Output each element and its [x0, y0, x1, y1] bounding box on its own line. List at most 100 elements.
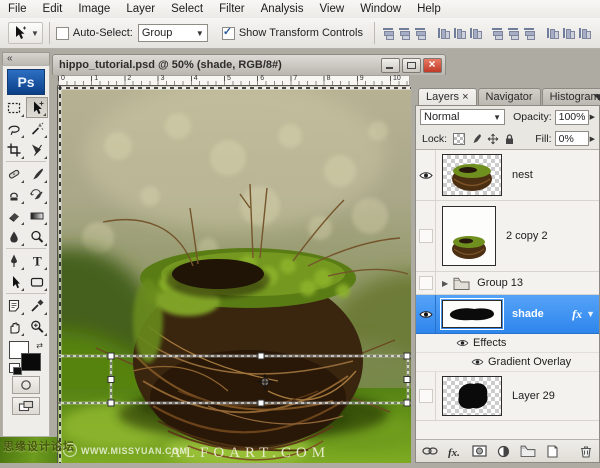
slice-tool[interactable] [26, 139, 48, 160]
screen-mode-button[interactable] [12, 397, 40, 415]
visibility-toggle[interactable] [416, 201, 436, 271]
lock-pixels-icon[interactable] [469, 132, 482, 145]
layer-thumbnail[interactable] [442, 376, 502, 416]
auto-select-target-dropdown[interactable]: Group ▼ [138, 24, 208, 42]
lasso-tool[interactable] [3, 118, 25, 139]
layer-thumbnail[interactable] [442, 300, 502, 328]
align-top-edges-icon[interactable] [382, 27, 395, 39]
align-horizontal-centers-icon[interactable] [453, 27, 466, 39]
healing-brush-tool[interactable] [3, 163, 25, 184]
notes-tool[interactable] [3, 295, 25, 316]
swap-colors-icon[interactable]: ⇄ [36, 341, 43, 350]
lock-position-icon[interactable] [486, 132, 499, 145]
distribute-right-edges-icon[interactable] [578, 27, 591, 39]
distribute-top-edges-icon[interactable] [491, 27, 504, 39]
tool-preset-picker[interactable]: ▼ [8, 22, 43, 44]
minimize-button[interactable] [381, 58, 400, 73]
layer-row-group-13[interactable]: ▶ Group 13 [416, 272, 599, 295]
new-group-icon[interactable] [520, 444, 536, 458]
layer-mask-icon[interactable] [472, 444, 487, 458]
zoom-tool[interactable] [26, 316, 48, 337]
menu-file[interactable]: File [0, 0, 35, 18]
effects-row[interactable]: Effects [416, 334, 599, 353]
visibility-toggle[interactable] [416, 295, 436, 333]
show-transform-controls-checkbox[interactable] [222, 27, 235, 40]
eye-icon[interactable] [471, 358, 484, 366]
opacity-slider-arrow-icon[interactable]: ▶ [590, 113, 595, 121]
link-layers-icon[interactable] [422, 444, 438, 458]
crop-tool[interactable] [3, 139, 25, 160]
align-bottom-edges-icon[interactable] [414, 27, 427, 39]
tab-navigator[interactable]: Navigator [478, 88, 541, 105]
align-right-edges-icon[interactable] [469, 27, 482, 39]
gradient-tool[interactable] [26, 205, 48, 226]
tab-histogram[interactable]: Histogram [542, 88, 600, 105]
layer-row-layer-29[interactable]: Layer 29 [416, 372, 599, 421]
document-title-bar[interactable]: hippo_tutorial.psd @ 50% (shade, RGB/8#) [52, 54, 446, 75]
history-brush-tool[interactable] [26, 184, 48, 205]
canvas[interactable]: WWW.MISSYUAN.COM ALFOART.COM [57, 86, 411, 463]
default-colors-icon[interactable] [9, 363, 20, 373]
layer-thumbnail[interactable] [442, 206, 496, 266]
fill-slider-arrow-icon[interactable]: ▶ [590, 135, 595, 143]
layer-row-2-copy-2[interactable]: 2 copy 2 [416, 201, 599, 272]
align-left-edges-icon[interactable] [437, 27, 450, 39]
lock-all-icon[interactable] [503, 132, 516, 145]
distribute-left-edges-icon[interactable] [546, 27, 559, 39]
distribute-horizontal-centers-icon[interactable] [562, 27, 575, 39]
layer-row-shade[interactable]: shade fx ▼ [416, 295, 599, 334]
new-layer-icon[interactable] [545, 444, 560, 458]
rectangular-marquee-tool[interactable] [3, 97, 25, 118]
menu-select[interactable]: Select [163, 0, 211, 18]
eraser-tool[interactable] [3, 205, 25, 226]
adjustment-layer-icon[interactable] [496, 444, 511, 458]
align-vertical-centers-icon[interactable] [398, 27, 411, 39]
menu-filter[interactable]: Filter [211, 0, 253, 18]
group-expand-icon[interactable]: ▶ [442, 279, 448, 288]
menu-edit[interactable]: Edit [35, 0, 71, 18]
blend-mode-dropdown[interactable]: Normal ▼ [420, 109, 505, 125]
layer-thumbnail[interactable] [442, 154, 502, 196]
menu-view[interactable]: View [311, 0, 352, 18]
pen-tool[interactable] [3, 250, 25, 271]
menu-window[interactable]: Window [352, 0, 409, 18]
move-tool[interactable] [26, 97, 48, 118]
layer-style-icon[interactable]: fx. [447, 444, 463, 458]
delete-layer-icon[interactable] [578, 444, 593, 458]
path-selection-tool[interactable] [3, 271, 25, 292]
distribute-vertical-centers-icon[interactable] [507, 27, 520, 39]
eye-icon[interactable] [456, 339, 469, 347]
blur-tool[interactable] [3, 226, 25, 247]
quick-mask-button[interactable] [12, 376, 40, 394]
type-tool[interactable]: T [26, 250, 48, 271]
maximize-button[interactable] [402, 58, 421, 73]
fx-collapse-icon[interactable]: ▼ [586, 309, 595, 319]
lock-transparency-icon[interactable] [452, 132, 465, 145]
dodge-tool[interactable] [26, 226, 48, 247]
hand-tool[interactable] [3, 316, 25, 337]
menu-layer[interactable]: Layer [118, 0, 163, 18]
menu-image[interactable]: Image [70, 0, 118, 18]
visibility-toggle[interactable] [416, 372, 436, 420]
menu-help[interactable]: Help [409, 0, 449, 18]
visibility-toggle[interactable] [416, 272, 436, 294]
horizontal-ruler[interactable]: 012345678910 [57, 75, 410, 86]
tab-layers[interactable]: Layers × [418, 88, 477, 105]
background-color-swatch[interactable] [21, 353, 41, 371]
eyedropper-tool[interactable] [26, 295, 48, 316]
close-button[interactable] [423, 58, 442, 73]
clone-stamp-tool[interactable] [3, 184, 25, 205]
brush-tool[interactable] [26, 163, 48, 184]
magic-wand-tool[interactable] [26, 118, 48, 139]
panel-menu-icon[interactable]: ◥ [593, 92, 600, 103]
menu-analysis[interactable]: Analysis [253, 0, 312, 18]
opacity-value[interactable]: 100% [555, 110, 589, 125]
layer-row-nest[interactable]: nest [416, 150, 599, 201]
gradient-overlay-row[interactable]: Gradient Overlay [416, 353, 599, 372]
visibility-toggle[interactable] [416, 150, 436, 200]
shape-tool[interactable] [26, 271, 48, 292]
fill-value[interactable]: 0% [555, 131, 589, 146]
toolbox-collapse-bar[interactable]: « [2, 52, 50, 65]
distribute-bottom-edges-icon[interactable] [523, 27, 536, 39]
auto-select-checkbox[interactable] [56, 27, 69, 40]
